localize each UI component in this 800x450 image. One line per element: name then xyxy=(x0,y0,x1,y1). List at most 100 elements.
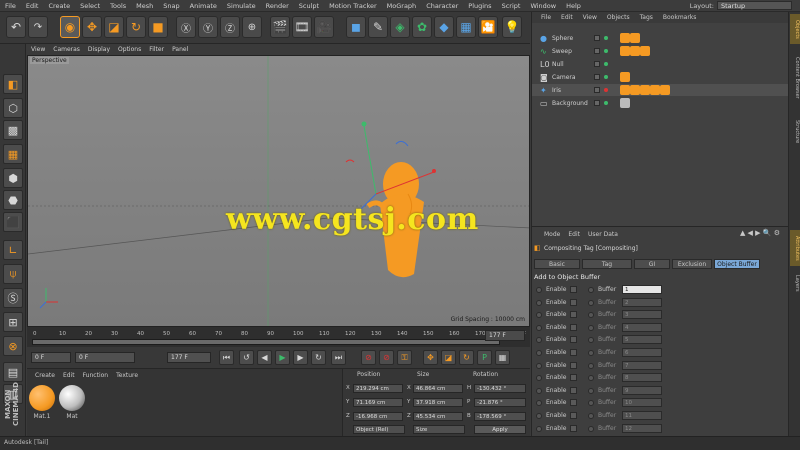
enable-checkbox[interactable] xyxy=(570,323,577,331)
key-param-icon[interactable]: P xyxy=(477,350,492,365)
animate-dot-icon[interactable] xyxy=(536,350,542,356)
model-mode-icon[interactable]: ⬡ xyxy=(3,98,23,118)
menu-create[interactable]: Create xyxy=(43,2,75,10)
visibility-toggle[interactable] xyxy=(594,61,600,67)
rotation-p-field[interactable]: -21.876 ° xyxy=(474,398,526,407)
key-rotation-icon[interactable]: ↻ xyxy=(459,350,474,365)
animate-dot-icon[interactable] xyxy=(536,400,542,407)
buffer-number-field[interactable]: 5 xyxy=(622,335,662,345)
scale-icon[interactable]: ◪ xyxy=(104,16,124,38)
animate-dot-icon[interactable] xyxy=(536,299,542,306)
object-menu-objects[interactable]: Objects xyxy=(602,14,635,21)
record-icon[interactable]: ⊘ xyxy=(361,350,376,365)
menu-help[interactable]: Help xyxy=(561,2,586,10)
enable-checkbox[interactable] xyxy=(570,311,577,319)
z-axis-icon[interactable]: Ⓩ xyxy=(220,16,240,38)
size-z-field[interactable]: 45.534 cm xyxy=(413,412,463,421)
object-row[interactable]: ∿ Sweep xyxy=(532,45,789,57)
buffer-number-field[interactable]: 2 xyxy=(622,297,662,307)
tag-icon[interactable] xyxy=(640,46,650,56)
object-name[interactable]: Sphere xyxy=(552,35,573,42)
attribute-menu-user-data[interactable]: User Data xyxy=(584,231,622,238)
tab-layers[interactable]: Layers xyxy=(790,270,800,296)
buffer-number-field[interactable]: 9 xyxy=(622,385,662,395)
menu-file[interactable]: File xyxy=(0,2,21,10)
viewport-menu-view[interactable]: View xyxy=(27,46,49,53)
enable-checkbox[interactable] xyxy=(570,386,577,394)
timeline-scale[interactable] xyxy=(32,339,500,345)
tag-icon[interactable] xyxy=(630,33,640,43)
menu-edit[interactable]: Edit xyxy=(21,2,44,10)
tab-content-browser[interactable]: Content Browser xyxy=(790,48,800,108)
material-menu-texture[interactable]: Texture xyxy=(112,372,142,379)
object-menu-tags[interactable]: Tags xyxy=(635,14,658,21)
key-position-icon[interactable]: ✥ xyxy=(423,350,438,365)
enable-dot-icon[interactable] xyxy=(604,88,608,92)
menu-character[interactable]: Character xyxy=(421,2,463,10)
menu-render[interactable]: Render xyxy=(261,2,294,10)
tab-tag[interactable]: Tag xyxy=(582,259,632,269)
animate-dot-icon[interactable] xyxy=(588,287,594,293)
viewport-menu-panel[interactable]: Panel xyxy=(168,46,192,53)
enable-dot-icon[interactable] xyxy=(604,49,608,53)
object-name[interactable]: Camera xyxy=(552,74,576,81)
visibility-toggle[interactable] xyxy=(594,100,600,106)
size-x-field[interactable]: 46.864 cm xyxy=(413,384,463,393)
tab-basic[interactable]: Basic xyxy=(534,259,580,269)
animate-dot-icon[interactable] xyxy=(536,425,542,432)
material-menu-edit[interactable]: Edit xyxy=(59,372,79,379)
enable-checkbox[interactable] xyxy=(570,298,577,306)
move-icon[interactable]: ✥ xyxy=(82,16,102,38)
animate-dot-icon[interactable] xyxy=(588,337,594,344)
menu-script[interactable]: Script xyxy=(497,2,526,10)
attribute-menu-edit[interactable]: Edit xyxy=(564,231,584,238)
size-mode-select[interactable]: Size xyxy=(413,425,465,434)
enable-checkbox[interactable] xyxy=(570,349,577,356)
prev-frame-icon[interactable]: ◀ xyxy=(257,350,272,365)
position-z-field[interactable]: -16.968 cm xyxy=(353,412,403,421)
object-name[interactable]: Null xyxy=(552,61,564,68)
array-icon[interactable]: ✿ xyxy=(412,16,432,38)
animate-dot-icon[interactable] xyxy=(588,350,594,356)
tab-exclusion[interactable]: Exclusion xyxy=(672,259,712,269)
layout-dropdown[interactable]: Startup xyxy=(717,1,792,10)
workplane-icon[interactable]: ▦ xyxy=(3,144,23,164)
attribute-nav-icons[interactable]: ▲ ◀ ▶ 🔍 ⚙ xyxy=(740,229,780,237)
material-menu-create[interactable]: Create xyxy=(31,372,59,379)
snapping-icon[interactable]: Ⓢ xyxy=(3,288,23,308)
viewport-menu-cameras[interactable]: Cameras xyxy=(49,46,84,53)
animate-dot-icon[interactable] xyxy=(536,387,542,394)
animate-dot-icon[interactable] xyxy=(536,312,542,319)
end-frame-field[interactable]: 177 F xyxy=(167,352,211,363)
render-picture-viewer-icon[interactable]: 🎞 xyxy=(292,16,312,38)
menu-simulate[interactable]: Simulate xyxy=(222,2,261,10)
visibility-toggle[interactable] xyxy=(594,48,600,54)
viewport[interactable]: Perspective Grid Spacing : 10000 cm xyxy=(27,55,530,327)
apply-button[interactable]: Apply xyxy=(474,425,526,434)
menu-tools[interactable]: Tools xyxy=(105,2,131,10)
enable-checkbox[interactable] xyxy=(570,374,577,382)
position-x-field[interactable]: 219.294 cm xyxy=(353,384,403,393)
key-scale-icon[interactable]: ◪ xyxy=(441,350,456,365)
visibility-toggle[interactable] xyxy=(594,35,600,41)
object-menu-edit[interactable]: Edit xyxy=(556,14,578,21)
points-mode-icon[interactable]: ⬢ xyxy=(3,168,23,188)
tab-gi[interactable]: GI xyxy=(634,259,670,269)
animate-dot-icon[interactable] xyxy=(588,400,594,407)
menu-window[interactable]: Window xyxy=(525,2,561,10)
goto-end-icon[interactable]: ⏭ xyxy=(331,350,346,365)
object-row[interactable]: ✦ Iris xyxy=(532,84,789,96)
redo-icon[interactable]: ↷ xyxy=(28,16,48,38)
visibility-toggle[interactable] xyxy=(594,87,600,93)
cube-icon[interactable]: ◼ xyxy=(346,16,366,38)
material-name[interactable]: Mat xyxy=(58,413,86,420)
play-icon[interactable]: ▶ xyxy=(275,350,290,365)
buffer-number-field[interactable]: 10 xyxy=(622,398,662,408)
tag-icon[interactable] xyxy=(630,46,640,56)
camera-icon[interactable]: 🎦 xyxy=(478,16,498,38)
buffer-number-field[interactable]: 1 xyxy=(622,285,662,294)
edges-mode-icon[interactable]: ⬣ xyxy=(3,190,23,210)
material-swatch-gray[interactable] xyxy=(59,385,85,411)
enable-checkbox[interactable] xyxy=(570,361,577,369)
coordinate-system-icon[interactable]: ⊕ xyxy=(242,16,262,38)
